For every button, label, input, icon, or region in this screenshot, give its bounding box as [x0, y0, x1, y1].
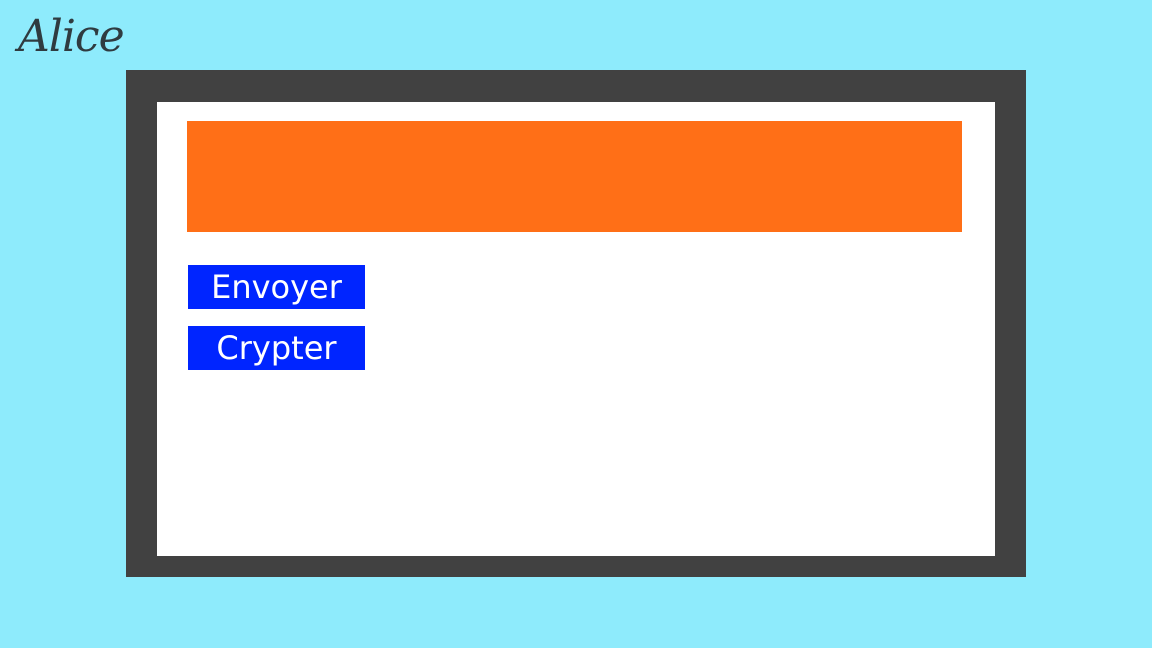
send-button[interactable]: Envoyer — [188, 265, 365, 309]
encrypt-button[interactable]: Crypter — [188, 326, 365, 370]
device-frame: Envoyer Crypter — [126, 70, 1026, 577]
device-screen: Envoyer Crypter — [157, 102, 995, 556]
user-name-label: Alice — [18, 11, 125, 62]
message-display-area — [187, 121, 962, 232]
